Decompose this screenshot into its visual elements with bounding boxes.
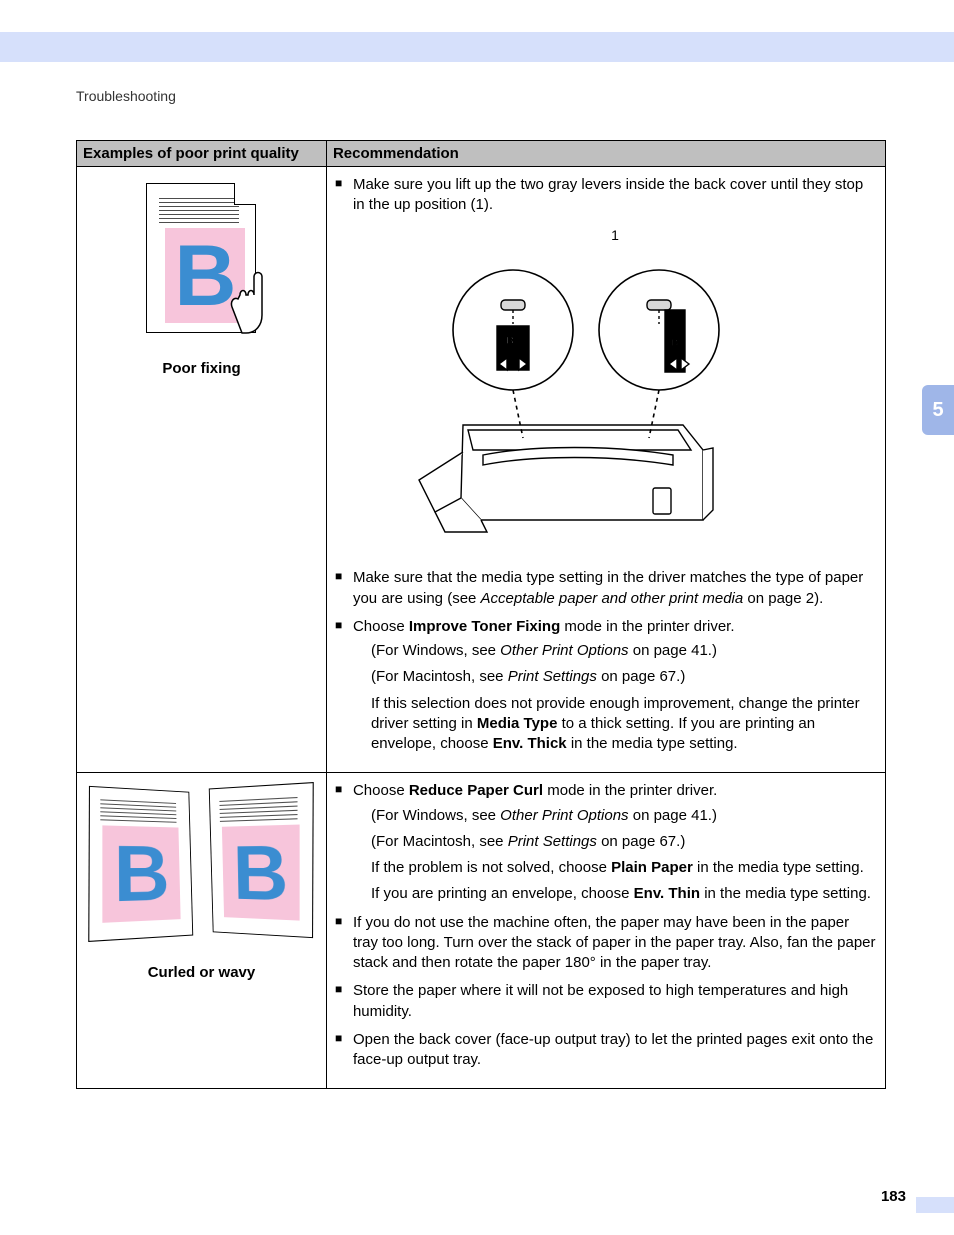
chapter-tab: 5 — [922, 385, 954, 435]
rec-text: Choose — [353, 618, 409, 635]
letter-b-icon: B — [114, 834, 171, 914]
quality-table: Examples of poor print quality Recommend… — [76, 140, 886, 1089]
doc-link[interactable]: Acceptable paper and other print media — [481, 590, 744, 607]
rec-text: in the media type setting. — [693, 859, 864, 876]
hand-pointer-icon — [212, 265, 270, 335]
letter-b-icon: B — [233, 834, 289, 913]
rec-text: (For Macintosh, see — [371, 668, 508, 685]
example-caption: Poor fixing — [85, 359, 318, 379]
table-row: B Poor fixing Make sure you lift up the … — [77, 167, 886, 773]
rec-text: on page 2). — [743, 590, 823, 607]
rec-text: Open the back cover (face-up output tray… — [353, 1031, 873, 1068]
rec-bullet: If you do not use the machine often, the… — [335, 913, 877, 974]
table-header-recommendation: Recommendation — [326, 141, 885, 167]
printer-diagram: B A B — [413, 250, 753, 560]
footer-accent — [916, 1197, 954, 1213]
svg-text:B: B — [671, 338, 678, 349]
example-caption: Curled or wavy — [85, 963, 318, 983]
rec-text: mode in the printer driver. — [543, 782, 717, 799]
rec-bullet: Open the back cover (face-up output tray… — [335, 1030, 877, 1071]
rec-text: on page 67.) — [597, 668, 685, 685]
svg-text:B: B — [506, 335, 514, 347]
rec-bullet: Choose Improve Toner Fixing mode in the … — [335, 617, 877, 755]
illustration-curled-wavy: B B — [86, 787, 316, 957]
rec-bold: Media Type — [477, 715, 558, 732]
rec-text: If you do not use the machine often, the… — [353, 914, 876, 972]
rec-bullet: Make sure you lift up the two gray lever… — [335, 175, 877, 560]
page-number: 183 — [881, 1188, 906, 1205]
rec-text: mode in the printer driver. — [560, 618, 734, 635]
header-band — [0, 32, 954, 62]
rec-bullet: Store the paper where it will not be exp… — [335, 981, 877, 1022]
rec-text: If you are printing an envelope, choose — [371, 885, 634, 902]
rec-bullet: Choose Reduce Paper Curl mode in the pri… — [335, 781, 877, 904]
rec-bold: Env. Thick — [493, 735, 567, 752]
doc-link[interactable]: Other Print Options — [500, 807, 628, 824]
rec-text: If the problem is not solved, choose — [371, 859, 611, 876]
breadcrumb: Troubleshooting — [76, 88, 176, 104]
callout-number: 1 — [353, 226, 877, 245]
rec-text: (For Windows, see — [371, 642, 500, 659]
rec-bold: Improve Toner Fixing — [409, 618, 560, 635]
rec-text: Make sure you lift up the two gray lever… — [353, 176, 863, 213]
rec-text: on page 67.) — [597, 833, 685, 850]
rec-text: in the media type setting. — [700, 885, 871, 902]
rec-text: on page 41.) — [629, 642, 717, 659]
rec-bullet: Make sure that the media type setting in… — [335, 568, 877, 609]
rec-text: (For Windows, see — [371, 807, 500, 824]
rec-bold: Env. Thin — [634, 885, 700, 902]
rec-text: Choose — [353, 782, 409, 799]
illustration-poor-fixing: B — [136, 183, 266, 353]
rec-text: (For Macintosh, see — [371, 833, 508, 850]
rec-bold: Plain Paper — [611, 859, 693, 876]
doc-link[interactable]: Print Settings — [508, 833, 597, 850]
doc-link[interactable]: Print Settings — [508, 668, 597, 685]
doc-link[interactable]: Other Print Options — [500, 642, 628, 659]
table-header-examples: Examples of poor print quality — [77, 141, 327, 167]
rec-bold: Reduce Paper Curl — [409, 782, 543, 799]
svg-text:A: A — [671, 320, 678, 331]
rec-text: in the media type setting. — [567, 735, 738, 752]
rec-text: on page 41.) — [629, 807, 717, 824]
rec-text: Store the paper where it will not be exp… — [353, 982, 848, 1019]
table-row: B B Curled or wavy Choose Reduce Paper C… — [77, 773, 886, 1089]
